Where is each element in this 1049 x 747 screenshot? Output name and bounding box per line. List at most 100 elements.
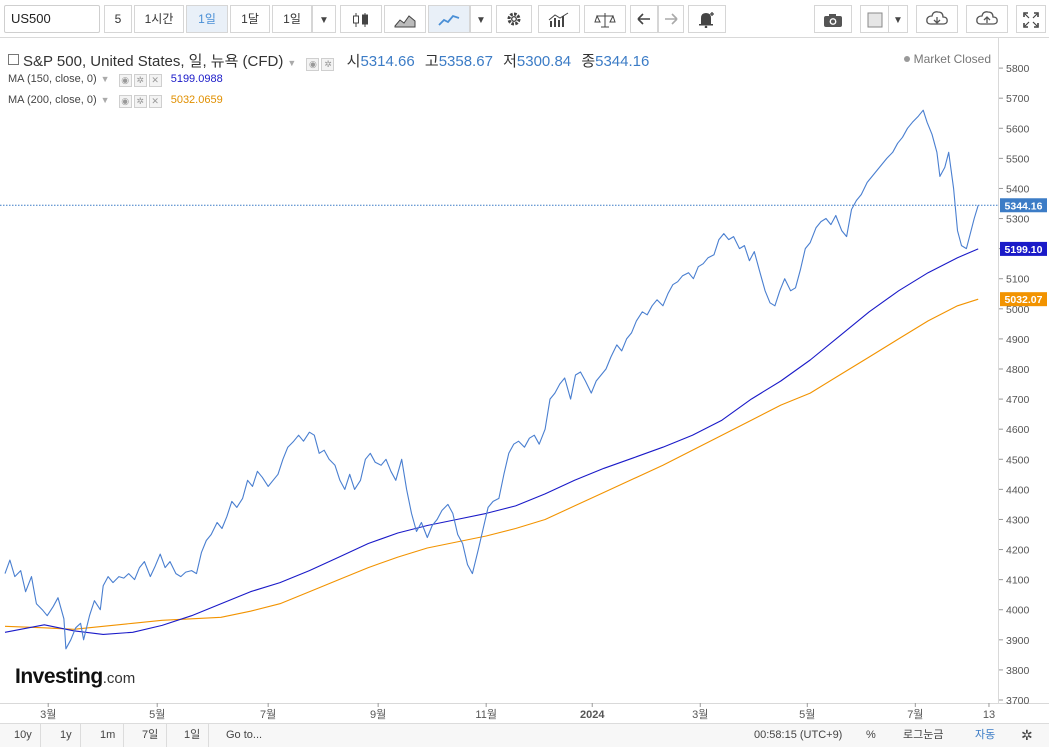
time-axis: 3월 5월 7월 9월 11월 2024 3월 5월 7월 13 xyxy=(40,703,995,721)
status-dot-icon xyxy=(903,56,910,62)
price-tick-label: 4300 xyxy=(1006,514,1030,526)
price-tick-label: 4800 xyxy=(1006,364,1030,376)
high-value: 5358.67 xyxy=(438,53,493,70)
bottom-toolbar: 10y 1y 1m 7일 1일 Go to... 00:58:15 (UTC+9… xyxy=(0,723,1049,747)
mountain-chart-button[interactable] xyxy=(384,5,426,33)
time-tick-label: 5월 xyxy=(149,708,165,721)
interval-1d-button[interactable]: 1일 xyxy=(186,5,228,33)
close-value: 5344.16 xyxy=(595,53,650,70)
price-tick-label: 5500 xyxy=(1006,153,1030,165)
indicators-button[interactable] xyxy=(538,5,580,33)
chevron-down-icon[interactable]: ▼ xyxy=(101,95,110,105)
line-chart-button[interactable] xyxy=(428,5,470,33)
price-chart[interactable]: 3월 5월 7월 9월 11월 2024 3월 5월 7월 13 5800 5700 5600 5500… xyxy=(0,38,1049,723)
compare-icon xyxy=(594,13,616,28)
time-tick-label: 7월 xyxy=(260,708,276,721)
alert-button[interactable] xyxy=(688,5,726,33)
chevron-down-icon[interactable]: ▼ xyxy=(287,58,296,68)
settings-icon[interactable]: ✲ xyxy=(133,95,147,108)
interval-dropdown-button[interactable]: ▼ xyxy=(312,5,336,33)
close-icon[interactable]: ✕ xyxy=(148,74,162,87)
undo-icon xyxy=(637,13,650,25)
price-tick-label: 5300 xyxy=(1006,214,1030,226)
price-tick-label: 4500 xyxy=(1006,454,1030,466)
time-tick-label: 5월 xyxy=(799,708,815,721)
low-label: 저 xyxy=(503,53,517,70)
chevron-down-icon: ▼ xyxy=(893,15,903,26)
clock-display: 00:58:15 (UTC+9) xyxy=(754,729,843,741)
legend-ma200-row: MA (200, close, 0) ▼ ◉ ✲ ✕ 5032.0659 xyxy=(8,94,223,108)
ma200-line xyxy=(4,298,979,630)
range-1m-button[interactable]: 1m xyxy=(92,724,125,747)
cloud-upload-button[interactable] xyxy=(966,5,1008,33)
fullscreen-button[interactable] xyxy=(1016,5,1046,33)
goto-date-button[interactable]: Go to... xyxy=(218,724,270,747)
cloud-download-button[interactable] xyxy=(916,5,958,33)
redo-icon xyxy=(665,13,678,25)
time-tick-label: 13 xyxy=(983,709,995,721)
settings-icon[interactable]: ✲ xyxy=(321,58,335,71)
visibility-icon[interactable]: ◉ xyxy=(118,74,132,87)
gear-icon[interactable]: ✲ xyxy=(1021,724,1033,747)
market-status: Market Closed xyxy=(903,52,991,66)
color-box-button[interactable] xyxy=(860,5,890,33)
fullscreen-icon xyxy=(1023,12,1039,28)
candlestick-button[interactable] xyxy=(340,5,382,33)
logo-suffix: .com xyxy=(102,670,136,687)
low-value: 5300.84 xyxy=(516,53,572,70)
log-scale-toggle[interactable]: 로그눈금 xyxy=(903,724,943,747)
price-label-text: 5344.16 xyxy=(1005,200,1043,212)
legend-ma150-row: MA (150, close, 0) ▼ ◉ ✲ ✕ 5199.0988 xyxy=(8,73,223,87)
interval-1h-button[interactable]: 1시간 xyxy=(134,5,184,33)
interval-1d-alt-button[interactable]: 1일 xyxy=(272,5,312,33)
ma200-value: 5032.0659 xyxy=(170,94,223,106)
price-tick-label: 5700 xyxy=(1006,93,1030,105)
time-tick-label: 3월 xyxy=(692,708,708,721)
ma150-value: 5199.0988 xyxy=(170,73,223,85)
chevron-down-icon: ▼ xyxy=(319,15,329,26)
screenshot-button[interactable] xyxy=(814,5,852,33)
color-dropdown-button[interactable]: ▼ xyxy=(888,5,908,33)
cloud-upload-icon xyxy=(976,11,998,25)
logo-main: Investing xyxy=(15,665,103,688)
chart-toolbar: US500 5 1시간 1일 1달 1일 ▼ ▼ ▼ xyxy=(0,0,1049,38)
settings-icon[interactable]: ✲ xyxy=(133,74,147,87)
visibility-icon[interactable]: ◉ xyxy=(118,95,132,108)
range-10y-button[interactable]: 10y xyxy=(6,724,41,747)
ma200-label: MA (200, close, 0) xyxy=(8,94,97,106)
line-chart-icon xyxy=(438,14,460,26)
interval-1mo-button[interactable]: 1달 xyxy=(230,5,270,33)
chevron-down-icon[interactable]: ▼ xyxy=(101,74,110,84)
range-1d-button[interactable]: 1일 xyxy=(176,724,210,747)
open-value: 5314.66 xyxy=(360,53,415,70)
alert-icon xyxy=(699,12,714,28)
undo-button[interactable] xyxy=(630,5,658,33)
price-tick-label: 4600 xyxy=(1006,424,1030,436)
indicators-icon xyxy=(548,12,569,27)
settings-button[interactable] xyxy=(496,5,532,33)
close-icon[interactable]: ✕ xyxy=(148,95,162,108)
percent-scale-toggle[interactable]: % xyxy=(866,724,876,747)
price-tick-label: 5400 xyxy=(1006,183,1030,195)
chart-type-dropdown-button[interactable]: ▼ xyxy=(470,5,492,33)
close-label: 종 xyxy=(581,53,596,70)
symbol-input[interactable]: US500 xyxy=(4,5,100,33)
price-tick-label: 4200 xyxy=(1006,545,1030,557)
auto-scale-toggle[interactable]: 자동 xyxy=(975,724,995,747)
price-tick-label: 3800 xyxy=(1006,665,1030,677)
price-tick-label: 4100 xyxy=(1006,575,1030,587)
interval-5min-button[interactable]: 5 xyxy=(104,5,132,33)
price-tick-label: 4900 xyxy=(1006,334,1030,346)
compare-button[interactable] xyxy=(584,5,626,33)
candlestick-icon xyxy=(353,13,368,27)
range-1y-button[interactable]: 1y xyxy=(52,724,81,747)
time-tick-label: 11월 xyxy=(475,708,497,721)
price-label-text: 5199.10 xyxy=(1005,244,1043,256)
range-7d-button[interactable]: 7일 xyxy=(134,724,168,747)
redo-button[interactable] xyxy=(658,5,684,33)
ma150-line xyxy=(4,248,979,635)
collapse-legend-icon[interactable] xyxy=(8,54,19,65)
market-status-text: Market Closed xyxy=(913,52,991,66)
visibility-icon[interactable]: ◉ xyxy=(306,58,320,71)
color-box-icon xyxy=(867,12,883,28)
